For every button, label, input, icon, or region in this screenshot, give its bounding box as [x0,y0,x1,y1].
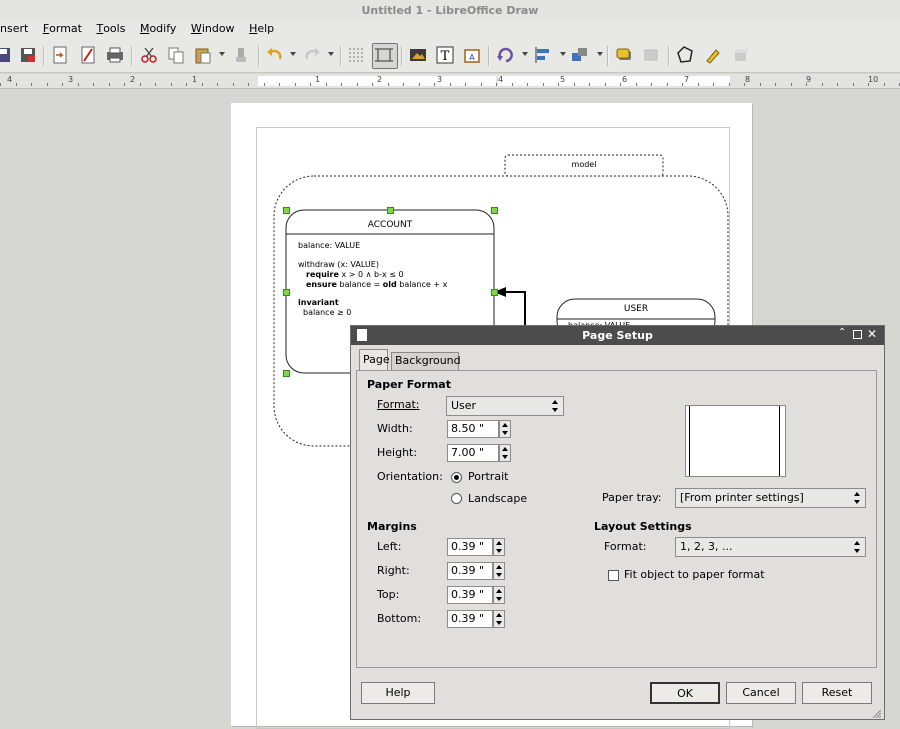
paper-tray-select[interactable]: [From printer settings] [675,488,866,508]
top-margin-field[interactable]: 0.39 " [447,586,493,604]
layout-format-select[interactable]: 1, 2, 3, ... [675,537,866,557]
paper-format-heading: Paper Format [367,378,451,391]
right-margin-spinner[interactable] [493,562,505,580]
tab-background[interactable]: Background [391,352,461,371]
maximize-icon[interactable] [853,330,862,339]
height-label: Height: [377,446,418,459]
tab-panel [356,370,877,668]
fit-object-checkbox[interactable] [608,570,619,581]
account-ensure: ensure balance = old balance + x [306,280,448,289]
account-feature: withdraw (x: VALUE) [298,260,379,269]
tab-page[interactable]: Page [359,349,390,371]
page-preview [685,405,786,477]
height-spinner[interactable] [499,444,511,462]
left-margin-label: Left: [377,540,402,553]
dialog-title: Page Setup [351,326,884,345]
document-icon [357,329,367,341]
selection-handle[interactable] [491,289,498,296]
cancel-button[interactable]: Cancel [726,682,796,704]
bottom-margin-field[interactable]: 0.39 " [447,610,493,628]
right-margin-field[interactable]: 0.39 " [447,562,493,580]
account-invariant-expr: balance ≥ 0 [303,308,352,317]
left-margin-spinner[interactable] [493,538,505,556]
width-spinner[interactable] [499,420,511,438]
reset-button[interactable]: Reset [802,682,872,704]
dialog-up-icon[interactable]: ⌃ [838,327,846,338]
width-field[interactable]: 8.50 " [447,420,499,438]
orientation-label: Orientation: [377,470,443,483]
selection-handle[interactable] [283,370,290,377]
help-button[interactable]: Help [361,682,435,704]
portrait-label[interactable]: Portrait [468,470,508,484]
ok-button[interactable]: OK [650,682,720,704]
layout-settings-heading: Layout Settings [594,520,692,533]
selection-handle[interactable] [387,207,394,214]
right-margin-label: Right: [377,564,410,577]
account-attr: balance: VALUE [298,241,361,250]
resize-grip-icon[interactable] [872,708,882,719]
landscape-label[interactable]: Landscape [468,492,527,506]
width-label: Width: [377,422,413,435]
layout-format-label: Format: [604,540,647,553]
user-title: USER [623,304,649,314]
selection-handle[interactable] [491,207,498,214]
selection-handle[interactable] [283,207,290,214]
left-margin-field[interactable]: 0.39 " [447,538,493,556]
format-label: Format: [377,398,420,411]
top-margin-label: Top: [377,588,400,601]
account-title: ACCOUNT [367,220,413,230]
paper-tray-label: Paper tray: [602,491,662,504]
account-require: require x > 0 ∧ b-x ≤ 0 [306,270,404,279]
height-field[interactable]: 7.00 " [447,444,499,462]
bottom-margin-spinner[interactable] [493,610,505,628]
top-margin-spinner[interactable] [493,586,505,604]
account-invariant: invariant [298,298,339,307]
landscape-radio[interactable] [451,493,462,504]
margins-heading: Margins [367,520,417,533]
bottom-margin-label: Bottom: [377,612,422,625]
close-icon[interactable]: ✕ [867,327,877,341]
paper-format-select[interactable]: User [446,396,564,416]
page-setup-dialog: Page Setup ⌃ ✕ Page Background Paper For… [350,325,885,720]
model-label: model [571,160,597,169]
fit-object-label[interactable]: Fit object to paper format [624,568,765,582]
portrait-radio[interactable] [451,472,462,483]
selection-handle[interactable] [283,289,290,296]
